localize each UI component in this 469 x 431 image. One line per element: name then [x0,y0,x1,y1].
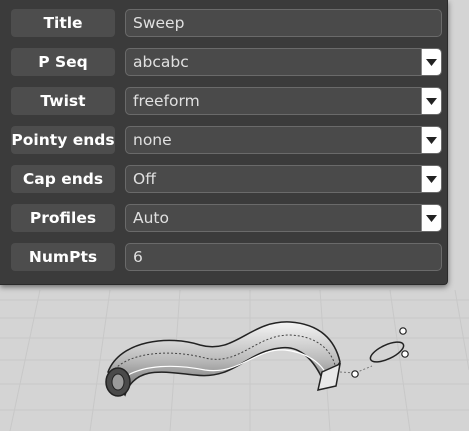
profiles-select[interactable]: Auto [125,204,442,232]
twist-value: freeform [133,92,200,110]
chevron-down-icon[interactable] [421,205,441,231]
row-numpts: NumPts 6 [11,243,442,271]
title-input[interactable]: Sweep [125,9,442,37]
row-p-seq: P Seq abcabc [11,48,442,76]
cap-ends-label: Cap ends [11,165,115,193]
profile-curve [351,327,409,378]
profiles-label: Profiles [11,204,115,232]
numpts-input[interactable]: 6 [125,243,442,271]
twist-label: Twist [11,87,115,115]
p-seq-value: abcabc [133,53,189,71]
sweep-object [105,321,373,397]
twist-select[interactable]: freeform [125,87,442,115]
profiles-value: Auto [133,209,169,227]
numpts-label: NumPts [11,243,115,271]
row-profiles: Profiles Auto [11,204,442,232]
properties-panel: Title Sweep P Seq abcabc Twist freeform … [0,0,448,285]
cap-ends-value: Off [133,170,156,188]
row-pointy-ends: Pointy ends none [11,126,442,154]
row-title: Title Sweep [11,9,442,37]
pointy-ends-label: Pointy ends [11,126,115,154]
numpts-value: 6 [133,248,143,266]
p-seq-label: P Seq [11,48,115,76]
cap-ends-select[interactable]: Off [125,165,442,193]
p-seq-select[interactable]: abcabc [125,48,442,76]
pointy-ends-value: none [133,131,172,149]
chevron-down-icon[interactable] [421,127,441,153]
row-twist: Twist freeform [11,87,442,115]
title-value: Sweep [133,14,185,32]
pointy-ends-select[interactable]: none [125,126,442,154]
title-label: Title [11,9,115,37]
chevron-down-icon[interactable] [421,166,441,192]
row-cap-ends: Cap ends Off [11,165,442,193]
chevron-down-icon[interactable] [421,88,441,114]
chevron-down-icon[interactable] [421,49,441,75]
